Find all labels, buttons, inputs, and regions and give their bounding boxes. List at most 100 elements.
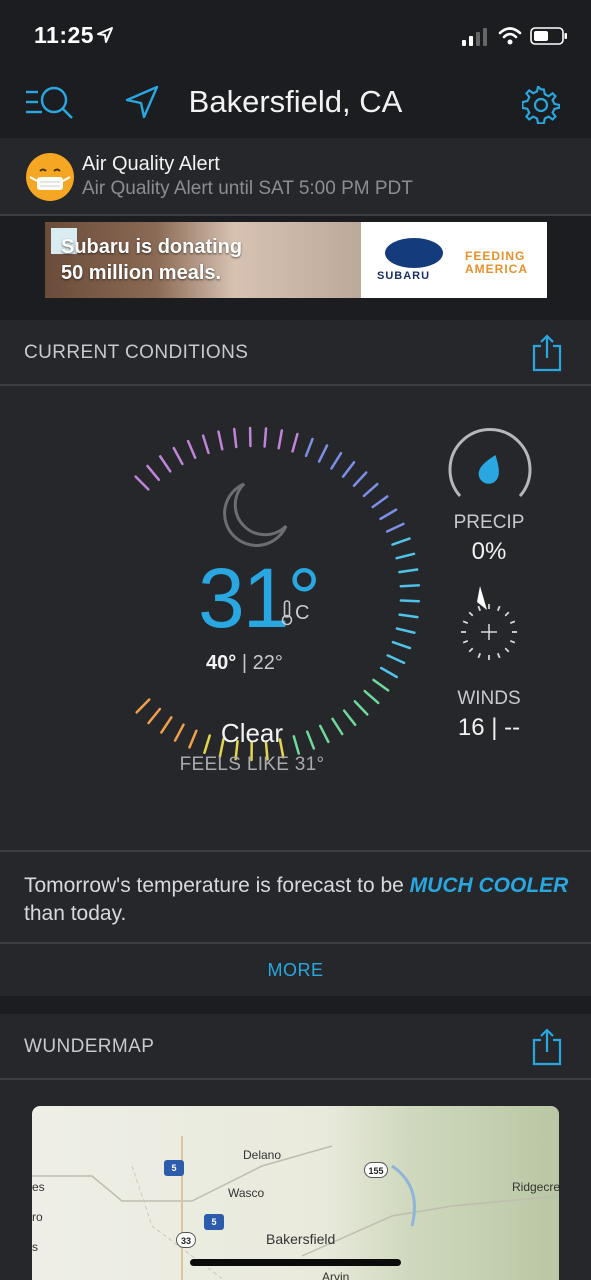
status-time: 11:25 [34, 22, 95, 48]
gauge-tick [399, 599, 421, 603]
current-conditions: 31° C 40° | 22° Clear FEELS LIKE 31° PRE… [0, 386, 591, 850]
moon-icon [223, 482, 288, 547]
section-title: CURRENT CONDITIONS [24, 342, 249, 363]
gauge-tick [371, 495, 389, 509]
partner-line-2: AMERICA [465, 262, 528, 276]
gauge-tick [330, 451, 343, 470]
compass-tick [468, 647, 474, 653]
precip-label: PRECIP [453, 512, 525, 533]
forecast-prefix: Tomorrow's temperature is forecast to be [24, 874, 410, 897]
gauge-tick [217, 430, 224, 451]
highway-shield: 33 [176, 1232, 196, 1248]
gauge-tick [342, 709, 357, 727]
gauge-tick [172, 446, 184, 466]
compass-tick [462, 620, 469, 625]
compass-tick [509, 620, 516, 625]
partner-logo: FEEDING AMERICA [465, 250, 528, 276]
low-temp: 22° [252, 652, 283, 674]
hilo-separator: | [241, 652, 248, 674]
highway-shield: 5 [204, 1214, 224, 1230]
compass-tick [504, 647, 510, 653]
ad-headline: Subaru is donating 50 million meals. [61, 234, 242, 286]
forecast-suffix: than today. [24, 902, 127, 925]
gauge-tick [146, 464, 161, 482]
forecast-text: Tomorrow's temperature is forecast to be… [24, 872, 572, 928]
compass-tick [462, 639, 469, 644]
highway-shield: 5 [164, 1160, 184, 1176]
map-label-wasco: Wasco [228, 1186, 265, 1200]
gauge-tick [399, 584, 421, 588]
battery-icon [530, 27, 567, 45]
wundermap[interactable]: Delano Wasco Bakersfield Ridgecre Arvin … [32, 1106, 559, 1280]
high-low: 40° | 22° [206, 652, 283, 675]
current-conditions-header: CURRENT CONDITIONS [0, 320, 591, 386]
winds-label: WINDS [457, 688, 521, 709]
more-label: MORE [267, 960, 324, 980]
compass-tick [504, 611, 510, 617]
section-title: WUNDERMAP [24, 1036, 155, 1057]
gauge-tick [135, 698, 151, 714]
face-mask-icon [26, 153, 74, 201]
map-label-arvin: Arvin [322, 1270, 350, 1280]
ad-brand: SUBARU [377, 270, 431, 282]
gauge-tick [317, 444, 329, 463]
gauge-tick [379, 666, 399, 679]
thermometer-icon [281, 600, 293, 626]
sponsored-banner[interactable]: Subaru is donating 50 million meals. SUB… [45, 222, 547, 298]
precip-gauge-icon [448, 428, 532, 497]
ad-area: Subaru is donating 50 million meals. SUB… [0, 216, 591, 320]
map-label-edge-1: es [32, 1180, 45, 1194]
compass-tick [509, 639, 516, 644]
map-label-ridgecrest: Ridgecre [512, 1180, 559, 1194]
share-icon[interactable] [532, 1028, 562, 1066]
ad-line-2: 50 million meals. [61, 262, 222, 284]
gauge-tick [263, 427, 268, 448]
compass-tick [468, 611, 474, 617]
gauge-tick [186, 439, 197, 460]
gauge-tick [201, 434, 210, 455]
ad-line-1: Subaru is donating [61, 236, 243, 258]
highway-shield: 155 [364, 1162, 388, 1178]
winds-value: 16 | -- [457, 714, 521, 741]
gauge-tick [385, 522, 405, 533]
gauge-tick [379, 508, 398, 521]
compass-tick [477, 605, 482, 612]
precip-value: 0% [471, 538, 507, 565]
subaru-logo-icon [385, 238, 443, 268]
gauge-tick [395, 552, 416, 560]
map-label-bakersfield: Bakersfield [266, 1231, 336, 1247]
forecast-summary: Tomorrow's temperature is forecast to be… [0, 850, 591, 944]
gauge-tick [304, 437, 314, 458]
map-roads [32, 1136, 559, 1280]
forecast-highlight: MUCH COOLER [409, 874, 569, 897]
more-button[interactable]: MORE [0, 944, 591, 996]
location-title[interactable]: Bakersfield, CA [0, 84, 591, 120]
compass-tick [477, 652, 482, 659]
share-icon[interactable] [532, 334, 562, 372]
gauge-tick [363, 689, 380, 705]
gauge-tick [386, 654, 406, 665]
alert-title: Air Quality Alert [82, 153, 220, 175]
current-temperature: 31° [198, 551, 321, 645]
gauge-tick [391, 537, 411, 546]
gauge-tick [362, 482, 379, 498]
wind-compass-icon [461, 586, 517, 660]
location-arrow-icon [97, 27, 113, 43]
compass-tick [496, 605, 501, 612]
wundermap-section: Delano Wasco Bakersfield Ridgecre Arvin … [0, 1080, 591, 1280]
gauge-tick [232, 427, 238, 449]
app-header: Bakersfield, CA [0, 70, 591, 138]
gauge-tick [398, 613, 419, 619]
air-quality-alert[interactable]: Air Quality Alert Air Quality Alert unti… [0, 138, 591, 216]
wundermap-header: WUNDERMAP [0, 1014, 591, 1080]
gauge-tick [277, 429, 284, 450]
compass-tick [496, 652, 501, 659]
gauge-tick [147, 707, 162, 725]
gauge-tick [341, 461, 356, 478]
settings-gear-icon[interactable] [522, 86, 560, 124]
map-label-edge-3: s [32, 1240, 38, 1254]
condition-text: Clear [220, 718, 284, 748]
map-label-edge-2: ro [32, 1210, 43, 1224]
map-label-delano: Delano [243, 1148, 282, 1162]
high-temp: 40° [206, 652, 237, 674]
